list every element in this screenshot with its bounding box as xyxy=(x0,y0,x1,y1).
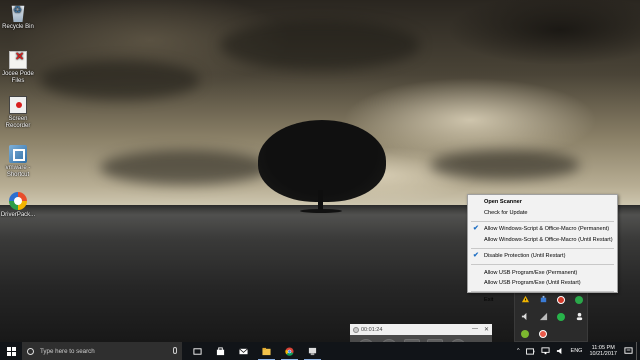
desktop-icon-label: Jocee Pode Files xyxy=(2,71,34,84)
desktop-icon-screen-recorder[interactable]: Screen Recorder xyxy=(0,96,36,130)
microphone-icon[interactable] xyxy=(173,347,177,354)
tray-context-menu: Open Scanner Check for Update ✔ Allow Wi… xyxy=(467,194,618,303)
chrome-icon xyxy=(285,346,294,356)
menu-item-disable-protection[interactable]: ✔ Disable Protection (Until Restart) xyxy=(468,251,617,262)
screen-recorder-icon xyxy=(9,96,27,114)
search-placeholder: Type here to search xyxy=(40,347,95,355)
language-button[interactable]: ENG xyxy=(568,342,586,360)
app-icon xyxy=(308,347,317,355)
checkmark-icon: ✔ xyxy=(473,252,479,259)
desktop-icon-label: Screen Recorder xyxy=(5,116,31,129)
menu-item-label: Allow Windows-Script & Office-Macro (Per… xyxy=(484,226,610,232)
menu-item-label: Exit xyxy=(484,296,494,303)
network-button[interactable] xyxy=(538,342,553,360)
vmware-icon xyxy=(9,145,27,163)
search-box[interactable]: Type here to search xyxy=(22,342,182,360)
windows-logo-icon xyxy=(6,346,16,356)
desktop-icon-label: vmware - Shortcut xyxy=(5,165,31,178)
desktop-icon-label: DriverPack... xyxy=(0,212,36,218)
shield-app-icon[interactable] xyxy=(516,325,534,342)
volume-button[interactable] xyxy=(553,342,568,360)
volume-icon xyxy=(556,347,561,355)
menu-item-label: Open Scanner xyxy=(484,199,522,205)
store-icon xyxy=(216,346,225,355)
taskbar-apps xyxy=(186,342,324,360)
mail-icon xyxy=(239,348,248,354)
clock-button[interactable]: 11:05 PM 10/21/2017 xyxy=(585,342,621,360)
store-button[interactable] xyxy=(209,342,232,360)
green-check-icon[interactable] xyxy=(552,308,570,325)
menu-item-exit[interactable]: Exit xyxy=(468,295,617,306)
search-icon xyxy=(27,347,34,355)
battery-button[interactable] xyxy=(523,342,538,360)
user-icon[interactable] xyxy=(570,308,588,325)
minimize-button[interactable]: — xyxy=(472,326,478,333)
clock-date: 10/21/2017 xyxy=(589,351,617,357)
taskbar: Type here to search ^ ENG 11:05 PM 10/21… xyxy=(0,342,640,360)
system-tray: ^ ENG 11:05 PM 10/21/2017 xyxy=(514,342,640,360)
task-view-button[interactable] xyxy=(186,342,209,360)
menu-item-allow-script-until-restart[interactable]: Allow Windows-Script & Office-Macro (Unt… xyxy=(468,235,617,246)
menu-item-label: Disable Protection (Until Restart) xyxy=(484,253,566,259)
recorder-logo-icon xyxy=(353,326,359,333)
menu-item-open-scanner[interactable]: Open Scanner xyxy=(468,197,617,208)
network-wired-icon xyxy=(540,347,550,355)
desktop-icon-jocee-pode-files[interactable]: Jocee Pode Files xyxy=(0,51,36,85)
desktop-icon-label: Recycle Bin xyxy=(2,24,34,30)
chevron-up-icon: ^ xyxy=(516,348,520,354)
battery-icon xyxy=(525,347,534,355)
action-center-button[interactable] xyxy=(621,342,636,360)
desktop-icon-driverpack[interactable]: DriverPack... xyxy=(0,192,36,219)
file-icon xyxy=(9,51,27,69)
language-indicator: ENG xyxy=(570,348,583,354)
wifi-icon[interactable] xyxy=(534,308,552,325)
show-hidden-icons-button[interactable]: ^ xyxy=(514,342,523,360)
task-view-icon xyxy=(193,347,202,355)
red-circle-icon[interactable] xyxy=(534,325,552,342)
menu-separator xyxy=(471,264,614,265)
close-button[interactable]: ✕ xyxy=(484,326,489,333)
start-button[interactable] xyxy=(0,342,22,360)
desktop-icon-recycle-bin[interactable]: Recycle Bin xyxy=(0,4,36,31)
file-explorer-icon xyxy=(262,347,271,355)
wallpaper-cloud xyxy=(40,60,200,100)
checkmark-icon: ✔ xyxy=(473,225,479,232)
menu-item-allow-usb-permanent[interactable]: Allow USB Program/Exe (Permanent) xyxy=(468,268,617,279)
app-button[interactable] xyxy=(301,342,324,360)
speaker-icon[interactable] xyxy=(516,308,534,325)
recorder-time: 00:01:24 xyxy=(361,326,383,333)
menu-separator xyxy=(471,247,614,249)
menu-item-label: Allow USB Program/Exe (Permanent) xyxy=(484,269,578,276)
desktop-icon-vmware[interactable]: vmware - Shortcut xyxy=(0,145,36,179)
menu-item-check-for-update[interactable]: Check for Update xyxy=(468,208,617,219)
menu-item-label: Allow Windows-Script & Office-Macro (Unt… xyxy=(484,236,613,243)
driverpack-icon xyxy=(9,192,27,210)
menu-item-allow-script-permanent[interactable]: ✔ Allow Windows-Script & Office-Macro (P… xyxy=(468,224,617,235)
wallpaper-cloud xyxy=(430,150,580,180)
menu-item-label: Allow USB Program/Exe (Until Restart) xyxy=(484,280,581,286)
chrome-button[interactable] xyxy=(278,342,301,360)
menu-item-label: Check for Update xyxy=(484,209,528,216)
menu-separator xyxy=(471,291,614,292)
wallpaper-tree-shadow xyxy=(300,209,342,213)
notification-icon xyxy=(624,347,633,354)
wallpaper-cloud xyxy=(220,20,420,70)
menu-item-allow-usb-until-restart[interactable]: Allow USB Program/Exe (Until Restart) xyxy=(468,278,617,289)
recycle-bin-icon xyxy=(11,5,25,22)
menu-separator xyxy=(471,220,614,222)
recorder-titlebar[interactable]: 00:01:24 — ✕ xyxy=(350,324,492,335)
wallpaper-cloud xyxy=(100,150,270,185)
mail-button[interactable] xyxy=(232,342,255,360)
show-desktop-button[interactable] xyxy=(636,342,640,360)
file-explorer-button[interactable] xyxy=(255,342,278,360)
